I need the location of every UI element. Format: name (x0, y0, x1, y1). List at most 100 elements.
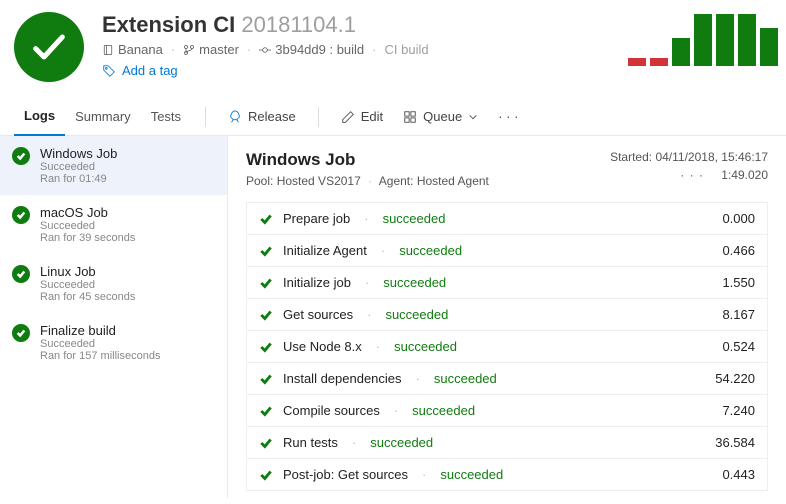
job-row[interactable]: macOS JobSucceededRan for 39 seconds (0, 195, 227, 254)
commit-hash[interactable]: 3b94dd9 : build (275, 42, 364, 57)
step-row[interactable]: Run tests·succeeded36.584 (247, 427, 767, 459)
job-row[interactable]: Windows JobSucceededRan for 01:49 (0, 136, 227, 195)
tag-icon (102, 64, 116, 78)
step-status: succeeded (370, 435, 433, 450)
job-status: Succeeded (40, 220, 135, 232)
job-name: Windows Job (40, 146, 117, 161)
build-number: 20181104.1 (241, 12, 356, 37)
add-tag-label: Add a tag (122, 63, 178, 78)
step-status: succeeded (412, 403, 475, 418)
success-icon (12, 147, 30, 165)
build-reason: CI build (385, 42, 429, 57)
tab-logs[interactable]: Logs (14, 98, 65, 136)
branch-name[interactable]: master (199, 42, 239, 57)
step-status: succeeded (440, 467, 503, 482)
job-row[interactable]: Linux JobSucceededRan for 45 seconds (0, 254, 227, 313)
trend-chart (628, 8, 778, 66)
check-icon (29, 27, 69, 67)
trend-bar[interactable] (694, 14, 712, 66)
step-row[interactable]: Install dependencies·succeeded54.220 (247, 363, 767, 395)
job-detail-pane: Windows Job Pool: Hosted VS2017 · Agent:… (228, 136, 786, 498)
job-duration: Ran for 39 seconds (40, 232, 135, 244)
step-duration: 36.584 (715, 435, 755, 450)
started-label: Started: (610, 150, 652, 164)
trend-bar[interactable] (650, 58, 668, 66)
step-status: succeeded (394, 339, 457, 354)
agent-label: Agent: (379, 174, 414, 188)
job-status: Succeeded (40, 161, 117, 173)
step-row[interactable]: Prepare job·succeeded0.000 (247, 203, 767, 235)
trend-bar[interactable] (672, 38, 690, 66)
ellipsis-icon: · · · (498, 109, 518, 124)
success-icon (12, 265, 30, 283)
queue-button[interactable]: Queue (395, 103, 486, 131)
queue-label: Queue (423, 109, 462, 124)
release-button[interactable]: Release (220, 103, 304, 131)
toolbar: LogsSummaryTests Release Edit Queue · · … (0, 98, 786, 136)
step-row[interactable]: Get sources·succeeded8.167 (247, 299, 767, 331)
step-duration: 0.466 (722, 243, 755, 258)
step-status: succeeded (383, 275, 446, 290)
check-icon (259, 276, 273, 290)
step-name: Run tests (283, 435, 338, 450)
jobs-sidebar: Windows JobSucceededRan for 01:49macOS J… (0, 136, 228, 498)
step-duration: 54.220 (715, 371, 755, 386)
check-icon (259, 308, 273, 322)
step-duration: 0.000 (722, 211, 755, 226)
step-status: succeeded (434, 371, 497, 386)
build-status-icon (14, 12, 84, 82)
job-duration: Ran for 45 seconds (40, 291, 135, 303)
step-name: Post-job: Get sources (283, 467, 408, 482)
step-duration: 8.167 (722, 307, 755, 322)
step-row[interactable]: Use Node 8.x·succeeded0.524 (247, 331, 767, 363)
check-icon (259, 212, 273, 226)
trend-bar[interactable] (760, 28, 778, 66)
trend-bar[interactable] (628, 58, 646, 66)
check-icon (259, 244, 273, 258)
job-name: Finalize build (40, 323, 160, 338)
more-actions-button[interactable]: · · · (490, 103, 526, 131)
step-duration: 0.524 (722, 339, 755, 354)
job-row[interactable]: Finalize buildSucceededRan for 157 milli… (0, 313, 227, 372)
step-name: Prepare job (283, 211, 350, 226)
step-name: Initialize Agent (283, 243, 367, 258)
job-meta: Pool: Hosted VS2017 · Agent: Hosted Agen… (246, 174, 489, 188)
job-more-button[interactable]: · · · (680, 168, 718, 182)
job-status: Succeeded (40, 279, 135, 291)
step-name: Initialize job (283, 275, 351, 290)
step-duration: 1.550 (722, 275, 755, 290)
step-status: succeeded (385, 307, 448, 322)
job-duration: Ran for 01:49 (40, 173, 117, 185)
toolbar-separator (318, 107, 319, 127)
tab-summary[interactable]: Summary (65, 98, 141, 136)
pencil-icon (341, 110, 355, 124)
check-icon (259, 468, 273, 482)
success-icon (12, 206, 30, 224)
step-name: Compile sources (283, 403, 380, 418)
check-icon (259, 404, 273, 418)
job-name: macOS Job (40, 205, 135, 220)
chevron-down-icon (468, 112, 478, 122)
step-row[interactable]: Initialize job·succeeded1.550 (247, 267, 767, 299)
edit-button[interactable]: Edit (333, 103, 391, 131)
trend-bar[interactable] (738, 14, 756, 66)
step-row[interactable]: Post-job: Get sources·succeeded0.443 (247, 459, 767, 491)
steps-list: Prepare job·succeeded0.000Initialize Age… (246, 202, 768, 491)
release-label: Release (248, 109, 296, 124)
step-row[interactable]: Compile sources·succeeded7.240 (247, 395, 767, 427)
success-icon (12, 324, 30, 342)
toolbar-separator (205, 107, 206, 127)
agent-value[interactable]: Hosted Agent (417, 174, 489, 188)
build-header: Extension CI 20181104.1 Banana · master … (0, 0, 786, 82)
tab-bar: LogsSummaryTests (14, 98, 191, 136)
tab-tests[interactable]: Tests (141, 98, 191, 136)
commit-icon (259, 44, 271, 56)
step-row[interactable]: Initialize Agent·succeeded0.466 (247, 235, 767, 267)
trend-bar[interactable] (716, 14, 734, 66)
job-title: Windows Job (246, 150, 489, 170)
rocket-icon (228, 110, 242, 124)
repo-name[interactable]: Banana (118, 42, 163, 57)
edit-label: Edit (361, 109, 383, 124)
pool-value[interactable]: Hosted VS2017 (277, 174, 361, 188)
queue-icon (403, 110, 417, 124)
